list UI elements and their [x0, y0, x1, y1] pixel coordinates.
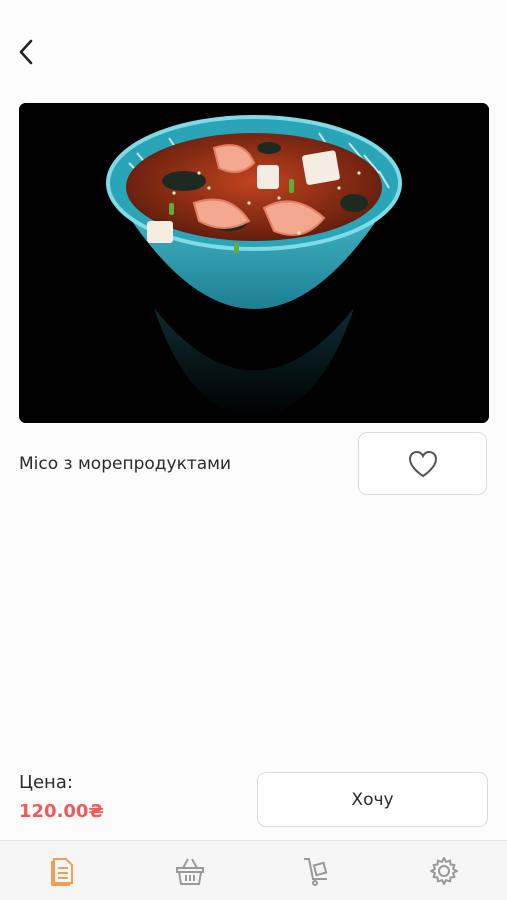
- miso-soup-bowl-image: [19, 103, 489, 423]
- tab-settings[interactable]: [380, 841, 507, 900]
- basket-icon: [176, 858, 205, 885]
- want-button[interactable]: Хочу: [257, 772, 488, 827]
- tab-bar: [0, 840, 507, 900]
- chevron-left-icon: [19, 39, 33, 65]
- price-value: 120.00₴: [19, 801, 104, 822]
- back-button[interactable]: [8, 32, 44, 72]
- product-image: [19, 103, 489, 423]
- product-title: Місо з морепродуктами: [19, 454, 232, 474]
- tab-delivery[interactable]: [254, 841, 381, 900]
- heart-icon: [408, 450, 437, 477]
- settings-icon: [429, 856, 458, 885]
- product-screen: Місо з морепродуктами Цена: 120.00₴ Хочу: [0, 0, 507, 900]
- menu-icon: [51, 857, 74, 886]
- tab-basket[interactable]: [127, 841, 254, 900]
- tab-menu[interactable]: [0, 841, 127, 900]
- price-label: Цена:: [19, 772, 73, 793]
- delivery-icon: [303, 857, 328, 886]
- favorite-button[interactable]: [358, 432, 487, 495]
